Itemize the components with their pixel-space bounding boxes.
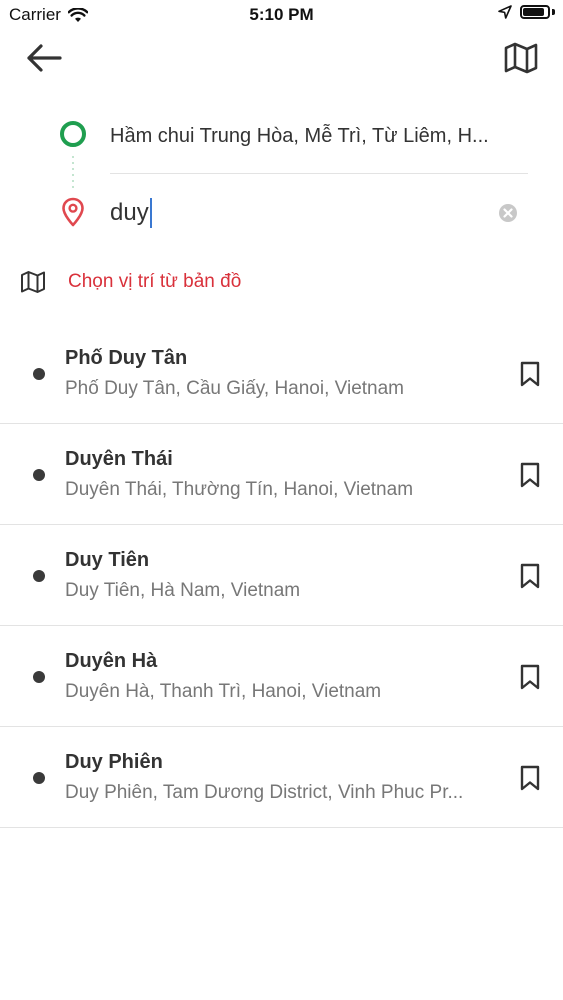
result-title: Phố Duy Tân xyxy=(65,347,188,369)
status-time: 5:10 PM xyxy=(249,5,314,24)
location-arrow-icon xyxy=(498,5,512,19)
map-view-button[interactable] xyxy=(501,38,541,78)
result-subtitle: Phố Duy Tân, Cầu Giấy, Hanoi, Vietnam xyxy=(65,378,405,399)
battery-cap xyxy=(552,9,555,15)
origin-input[interactable]: Hầm chui Trung Hòa, Mễ Trì, Từ Liêm, H..… xyxy=(110,116,528,156)
clear-x-icon xyxy=(498,203,518,223)
destination-value: duy xyxy=(110,199,149,226)
result-row[interactable]: Duyên Hà Duyên Hà, Thanh Trì, Hanoi, Viet… xyxy=(0,626,563,727)
input-divider xyxy=(110,173,528,174)
bookmark-button[interactable] xyxy=(518,563,542,589)
bookmark-icon xyxy=(518,765,542,791)
bookmark-icon xyxy=(518,462,542,488)
arrow-left-icon xyxy=(25,43,63,73)
bookmark-icon xyxy=(518,361,542,387)
battery-icon xyxy=(520,5,550,19)
bullet-dot-icon xyxy=(33,570,45,582)
result-subtitle: Duyên Hà, Thanh Trì, Hanoi, Vietnam xyxy=(65,681,382,702)
status-right xyxy=(498,5,555,19)
bookmark-button[interactable] xyxy=(518,361,542,387)
destination-input[interactable]: duy xyxy=(110,193,480,233)
map-icon xyxy=(20,270,46,294)
bullet-dot-icon xyxy=(33,469,45,481)
bookmark-icon xyxy=(518,563,542,589)
result-title: Duy Tiên xyxy=(65,549,150,571)
location-pin-icon xyxy=(60,197,86,227)
map-icon xyxy=(504,42,538,74)
bookmark-button[interactable] xyxy=(518,765,542,791)
back-button[interactable] xyxy=(22,38,66,78)
choose-from-map-label: Chọn vị trí từ bản đồ xyxy=(68,271,242,292)
text-cursor xyxy=(149,198,152,228)
status-bar: Carrier 5:10 PM xyxy=(0,0,563,30)
battery-level xyxy=(523,8,545,16)
bullet-dot-icon xyxy=(33,772,45,784)
result-title: Duy Phiên xyxy=(65,751,163,773)
result-row[interactable]: Duyên Thái Duyên Thái, Thường Tín, Hanoi,… xyxy=(0,424,563,525)
result-title: Duyên Hà xyxy=(65,650,158,672)
bullet-dot-icon xyxy=(33,368,45,380)
result-row[interactable]: Duy Tiên Duy Tiên, Hà Nam, Vietnam xyxy=(0,525,563,626)
bookmark-button[interactable] xyxy=(518,462,542,488)
result-subtitle: Duy Phiên, Tam Dương District, Vinh Phuc… xyxy=(65,782,464,803)
clear-input-button[interactable] xyxy=(498,203,518,223)
choose-from-map-button[interactable]: Chọn vị trí từ bản đồ xyxy=(20,263,241,301)
bookmark-button[interactable] xyxy=(518,664,542,690)
result-row[interactable]: Phố Duy Tân Phố Duy Tân, Cầu Giấy, Hanoi,… xyxy=(0,323,563,424)
bookmark-icon xyxy=(518,664,542,690)
search-results-list: Phố Duy Tân Phố Duy Tân, Cầu Giấy, Hanoi,… xyxy=(0,323,563,828)
route-connector-dots xyxy=(72,154,74,190)
result-title: Duyên Thái xyxy=(65,448,173,470)
origin-circle-icon xyxy=(60,121,86,147)
result-subtitle: Duy Tiên, Hà Nam, Vietnam xyxy=(65,580,301,601)
bullet-dot-icon xyxy=(33,671,45,683)
result-subtitle: Duyên Thái, Thường Tín, Hanoi, Vietnam xyxy=(65,479,414,500)
result-row[interactable]: Duy Phiên Duy Phiên, Tam Dương District, … xyxy=(0,727,563,828)
